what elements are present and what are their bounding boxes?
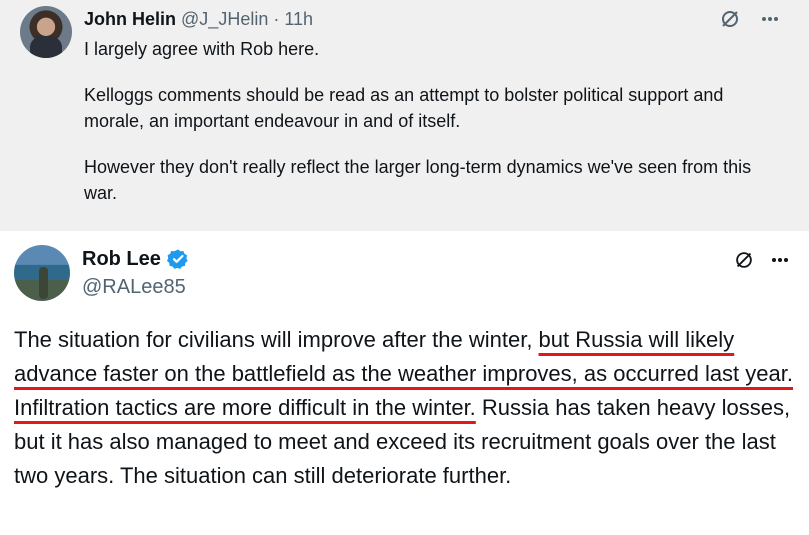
more-icon[interactable] bbox=[759, 8, 781, 30]
reply-header: John Helin @J_JHelin · 11h bbox=[84, 8, 313, 30]
author-handle[interactable]: @RALee85 bbox=[82, 275, 186, 299]
reply-paragraph: Kelloggs comments should be read as an a… bbox=[84, 85, 724, 131]
reply-body: I largely agree with Rob here. Kelloggs … bbox=[84, 36, 784, 226]
avatar[interactable] bbox=[14, 245, 70, 301]
tweet-screenshot: John Helin @J_JHelin · 11h I largely agr… bbox=[0, 0, 809, 535]
more-icon[interactable] bbox=[769, 249, 791, 271]
avatar[interactable] bbox=[20, 6, 72, 58]
author-row: Rob Lee bbox=[82, 247, 189, 271]
reply-paragraph: I largely agree with Rob here. bbox=[84, 39, 320, 59]
reply-timestamp[interactable]: 11h bbox=[284, 9, 313, 29]
reply-separator: · bbox=[273, 9, 280, 29]
slash-circle-icon[interactable] bbox=[719, 8, 741, 30]
author-name[interactable]: Rob Lee bbox=[82, 247, 161, 271]
main-tweet[interactable]: Rob Lee @RALee85 The situation for civil… bbox=[0, 231, 809, 535]
reply-author-handle[interactable]: @J_JHelin bbox=[181, 9, 268, 29]
tweet-body: The situation for civilians will improve… bbox=[14, 323, 794, 493]
reply-paragraph: However they don't really reflect the la… bbox=[84, 157, 752, 203]
reply-actions bbox=[719, 8, 781, 30]
verified-badge-icon bbox=[166, 248, 189, 270]
tweet-text: The situation for civilians will improve… bbox=[14, 327, 539, 352]
tweet-actions bbox=[733, 249, 791, 271]
slash-circle-icon[interactable] bbox=[733, 249, 755, 271]
reply-author-name[interactable]: John Helin bbox=[84, 9, 176, 29]
reply-tweet[interactable]: John Helin @J_JHelin · 11h I largely agr… bbox=[0, 0, 809, 231]
